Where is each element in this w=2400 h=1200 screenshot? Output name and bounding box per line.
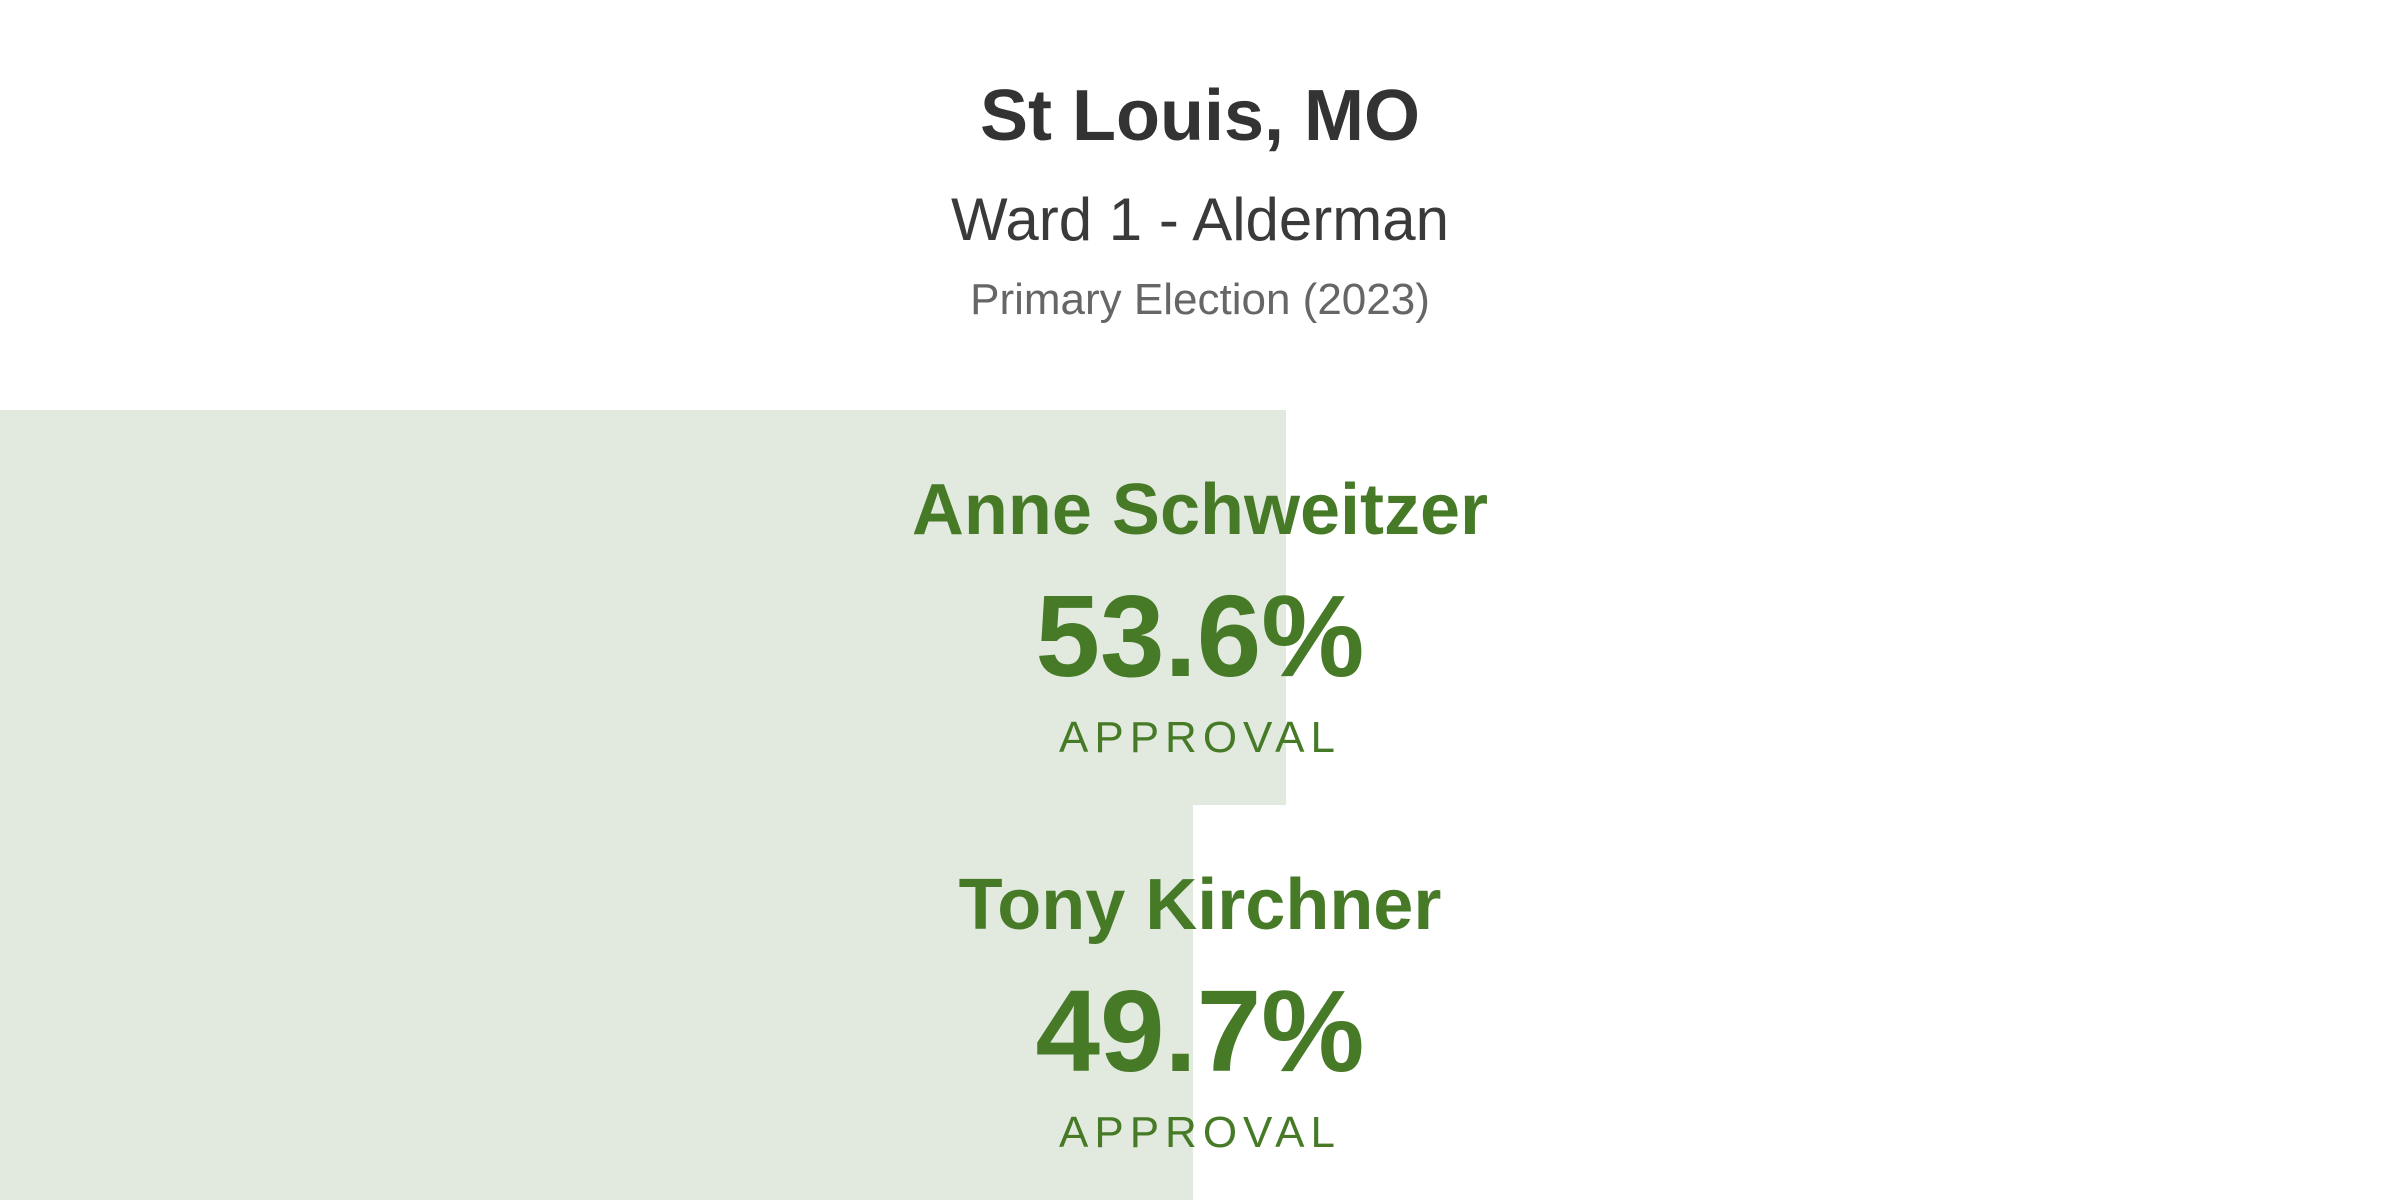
candidate-name: Anne Schweitzer — [911, 470, 1489, 550]
results-page: St Louis, MO Ward 1 - Alderman Primary E… — [0, 0, 2400, 1200]
candidate-name: Tony Kirchner — [958, 865, 1442, 945]
election-subtitle: Primary Election (2023) — [970, 275, 1430, 324]
page-header: St Louis, MO Ward 1 - Alderman Primary E… — [0, 0, 2400, 410]
office-title: Ward 1 - Alderman — [951, 186, 1449, 253]
approval-label: APPROVAL — [1059, 713, 1341, 762]
approval-label: APPROVAL — [1059, 1108, 1341, 1157]
approval-percent: 53.6% — [1035, 571, 1365, 701]
city-title: St Louis, MO — [980, 76, 1420, 156]
candidate-row: Anne Schweitzer 53.6% APPROVAL — [0, 410, 2400, 805]
approval-percent: 49.7% — [1035, 966, 1365, 1096]
candidate-row: Tony Kirchner 49.7% APPROVAL — [0, 805, 2400, 1200]
results-list: Anne Schweitzer 53.6% APPROVAL Tony Kirc… — [0, 410, 2400, 1200]
